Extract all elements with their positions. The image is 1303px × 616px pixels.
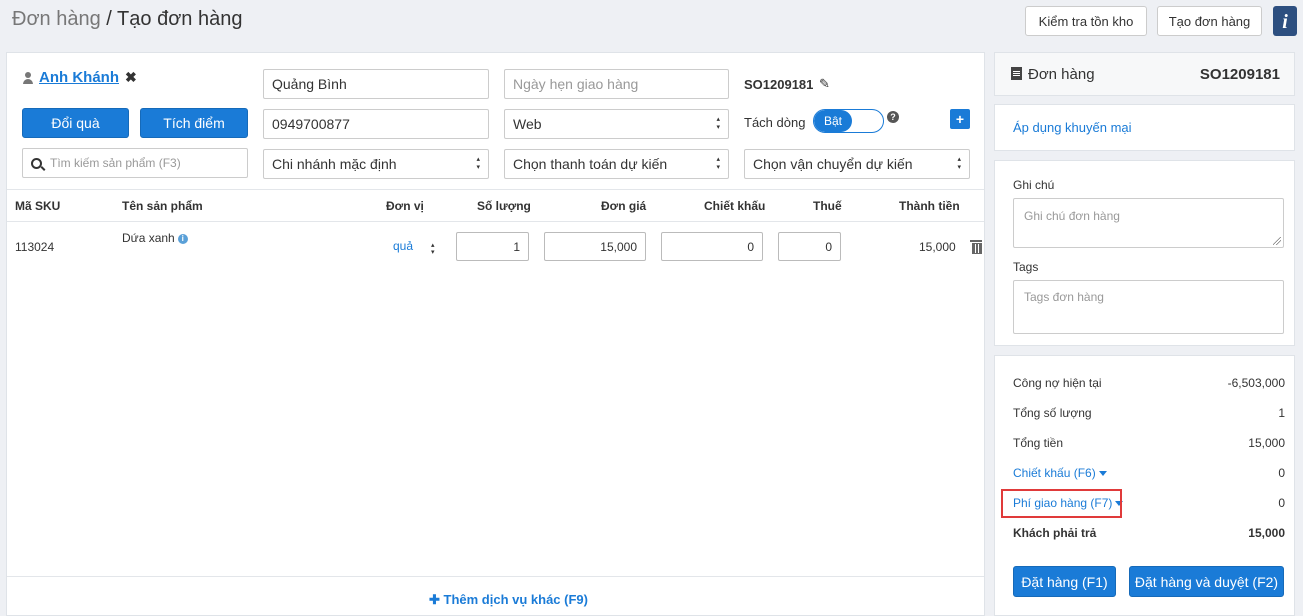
summary-total-row: Tổng tiền 15,000 (1013, 436, 1285, 450)
check-stock-button[interactable]: Kiểm tra tồn kho (1025, 6, 1147, 36)
page-title: Đơn hàng / Tạo đơn hàng (12, 8, 242, 31)
order-form-panel: Anh Khánh ✖ Đổi quà Tích điểm Tìm kiếm s… (6, 52, 985, 616)
col-total: Thành tiền (899, 199, 960, 213)
col-qty: Số lượng (477, 199, 531, 213)
order-panel-title-text: Đơn hàng (1028, 66, 1095, 83)
document-icon (1011, 67, 1022, 80)
discount-dropdown[interactable]: Chiết khấu (F6) (1013, 466, 1107, 480)
summary-debt-row: Công nợ hiện tại -6,503,000 (1013, 376, 1285, 390)
col-unit: Đơn vị (386, 199, 424, 213)
pencil-icon[interactable]: ✎ (819, 76, 830, 92)
delivery-date-field[interactable]: Ngày hẹn giao hàng (504, 69, 729, 99)
notes-panel: Ghi chú Ghi chú đơn hàng Tags Tags đơn h… (994, 160, 1295, 346)
breadcrumb-current: Tạo đơn hàng (117, 8, 243, 30)
col-discount: Chiết khấu (704, 199, 766, 213)
remove-customer-icon[interactable]: ✖ (125, 69, 137, 86)
breadcrumb-separator: / (100, 8, 118, 30)
toggle-state: Bật (814, 110, 852, 132)
split-line-label: Tách dòng (744, 115, 806, 130)
help-icon[interactable]: ? (887, 111, 899, 123)
summary-qty-row: Tổng số lượng 1 (1013, 406, 1285, 420)
col-name: Tên sản phẩm (122, 199, 203, 213)
caret-down-icon (1098, 471, 1107, 476)
note-placeholder: Ghi chú đơn hàng (1024, 209, 1120, 223)
redeem-gift-button[interactable]: Đổi quà (22, 108, 129, 138)
branch-select-value: Chi nhánh mặc định (272, 156, 397, 172)
product-search-input[interactable]: Tìm kiếm sản phẩm (F3) (22, 148, 248, 178)
pay-value: 15,000 (1248, 526, 1285, 540)
add-icon[interactable]: + (950, 109, 970, 129)
search-icon (31, 157, 42, 169)
address-field[interactable]: Quảng Bình (263, 69, 489, 99)
qty-input[interactable]: 1 (456, 232, 529, 261)
place-and-approve-button[interactable]: Đặt hàng và duyệt (F2) (1129, 566, 1284, 597)
resize-grip-icon[interactable] (1273, 237, 1281, 245)
shipping-fee-value: 0 (1278, 496, 1285, 510)
split-line-toggle[interactable]: Bật (813, 109, 884, 133)
table-row: 113024 Dứa xanh i quả ▴ ▾ 1 15,000 0 0 15… (7, 222, 984, 274)
pay-label: Khách phải trả (1013, 526, 1097, 540)
highlight-box (1001, 489, 1122, 518)
shipping-select[interactable]: Chọn vận chuyển dự kiến (744, 149, 970, 179)
row-total: 15,000 (919, 240, 956, 254)
tags-input[interactable]: Tags đơn hàng (1013, 280, 1284, 334)
order-code: SO1209181 (744, 77, 814, 92)
footer-divider (7, 576, 984, 577)
total-value: 15,000 (1248, 436, 1285, 450)
debt-value: -6,503,000 (1227, 376, 1285, 390)
shipping-select-value: Chọn vận chuyển dự kiến (753, 156, 913, 172)
col-tax: Thuế (813, 199, 842, 213)
earn-points-button[interactable]: Tích điểm (140, 108, 248, 138)
qty-label: Tổng số lượng (1013, 406, 1092, 420)
order-panel-code: SO1209181 (1199, 66, 1280, 83)
payment-select-value: Chọn thanh toán dự kiến (513, 156, 668, 172)
note-textarea[interactable]: Ghi chú đơn hàng (1013, 198, 1284, 248)
create-order-button[interactable]: Tạo đơn hàng (1157, 6, 1262, 36)
order-panel-title: Đơn hàng (1011, 66, 1095, 83)
user-icon (23, 71, 33, 84)
debt-label: Công nợ hiện tại (1013, 376, 1102, 390)
tags-placeholder: Tags đơn hàng (1024, 290, 1104, 304)
payment-select[interactable]: Chọn thanh toán dự kiến (504, 149, 729, 179)
col-sku: Mã SKU (15, 199, 61, 213)
row-product-name-text: Dứa xanh (122, 231, 175, 245)
tax-input[interactable]: 0 (778, 232, 841, 261)
price-input[interactable]: 15,000 (544, 232, 646, 261)
discount-label: Chiết khấu (F6) (1013, 466, 1096, 480)
breadcrumb-parent[interactable]: Đơn hàng (12, 8, 101, 30)
row-sku: 113024 (15, 240, 55, 254)
product-info-icon[interactable]: i (177, 234, 188, 244)
place-order-button[interactable]: Đặt hàng (F1) (1013, 566, 1116, 597)
unit-select-arrows-icon[interactable]: ▴ ▾ (431, 242, 435, 256)
source-select[interactable]: Web (504, 109, 729, 139)
promotion-panel: Áp dụng khuyến mại (994, 104, 1295, 151)
qty-value: 1 (1278, 406, 1285, 420)
phone-field[interactable]: 0949700877 (263, 109, 489, 139)
source-select-value: Web (513, 116, 542, 132)
note-label: Ghi chú (1013, 178, 1055, 192)
table-header: Mã SKU Tên sản phẩm Đơn vị Số lượng Đơn … (7, 189, 984, 222)
col-price: Đơn giá (601, 199, 647, 213)
row-unit-link[interactable]: quả (393, 239, 413, 253)
discount-input[interactable]: 0 (661, 232, 763, 261)
row-product-name: Dứa xanh i (122, 231, 188, 245)
summary-pay-row: Khách phải trả 15,000 (1013, 526, 1285, 540)
total-label: Tổng tiền (1013, 436, 1064, 450)
add-service-link[interactable]: ✚ Thêm dịch vụ khác (F9) (429, 592, 588, 608)
customer-name-link[interactable]: Anh Khánh (39, 69, 119, 86)
discount-value: 0 (1278, 466, 1285, 480)
search-placeholder: Tìm kiếm sản phẩm (F3) (50, 156, 181, 170)
info-icon[interactable]: i (1273, 6, 1297, 36)
order-summary-header: Đơn hàng SO1209181 (994, 52, 1295, 96)
customer-block: Anh Khánh ✖ (23, 69, 137, 86)
apply-promotion-link[interactable]: Áp dụng khuyến mại (1013, 120, 1132, 135)
tags-label: Tags (1013, 260, 1039, 274)
branch-select[interactable]: Chi nhánh mặc định (263, 149, 489, 179)
summary-discount-row: Chiết khấu (F6) 0 (1013, 466, 1285, 480)
